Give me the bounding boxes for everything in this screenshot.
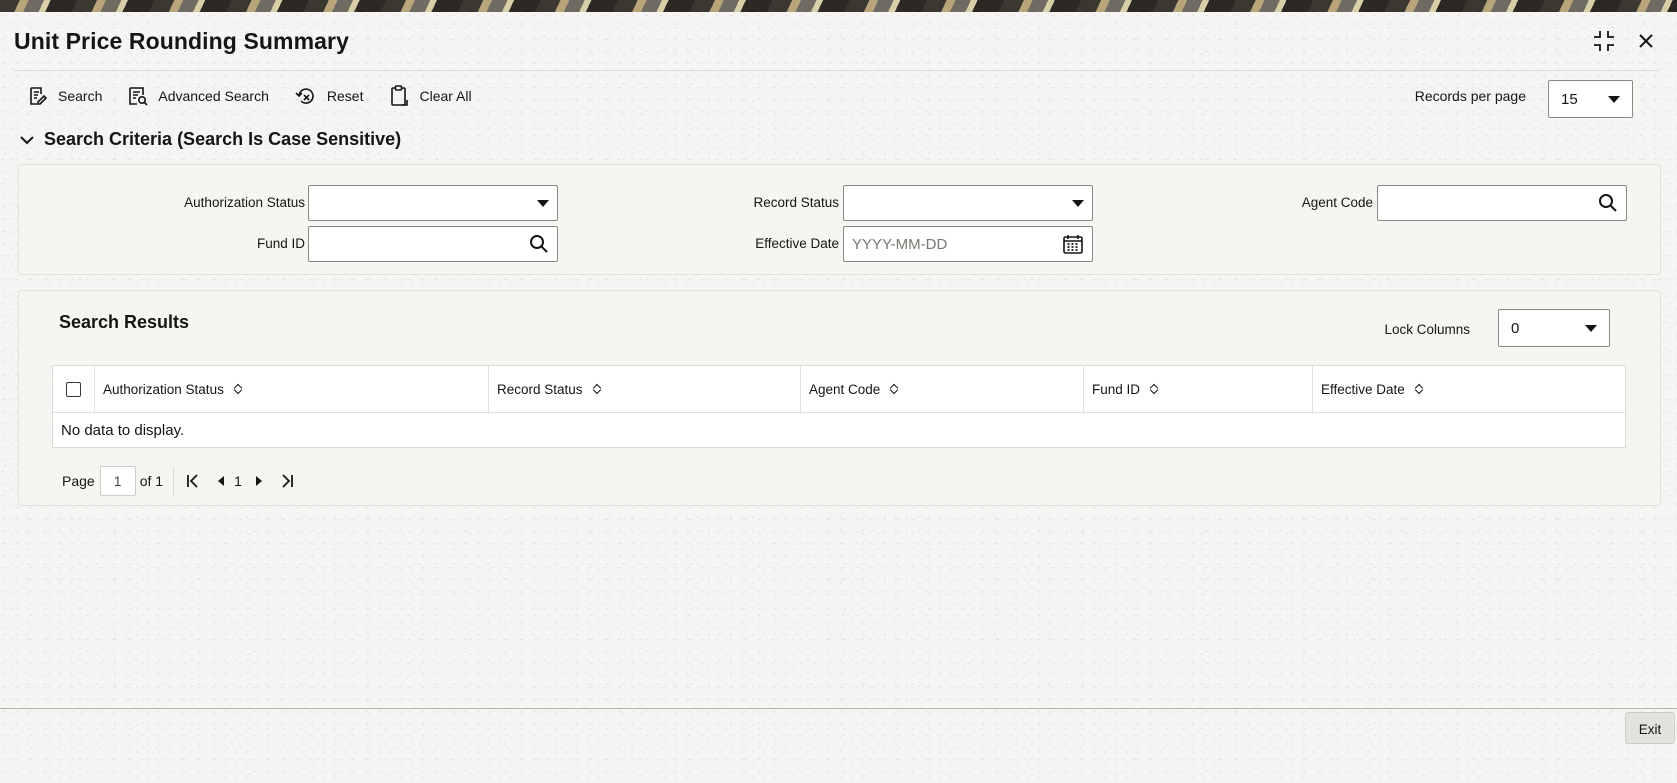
effective-date-label: Effective Date bbox=[755, 236, 839, 251]
search-icon[interactable] bbox=[529, 234, 549, 254]
chevron-down-icon bbox=[1608, 95, 1620, 103]
authorization-status-label: Authorization Status bbox=[184, 195, 305, 210]
chevron-down-icon bbox=[1072, 199, 1084, 207]
fund-id-label: Fund ID bbox=[256, 236, 305, 251]
exit-button[interactable]: Exit bbox=[1625, 712, 1675, 744]
sort-icon[interactable] bbox=[593, 382, 603, 396]
search-criteria-heading: Search Criteria (Search Is Case Sensitiv… bbox=[44, 129, 402, 149]
records-per-page: Records per page 15 bbox=[1415, 80, 1633, 118]
reset-label: Reset bbox=[326, 88, 364, 104]
records-per-page-select[interactable]: 15 bbox=[1548, 80, 1633, 118]
column-header-record-status[interactable]: Record Status bbox=[489, 366, 801, 412]
clipboard-icon bbox=[389, 85, 409, 107]
lock-columns-value: 0 bbox=[1511, 319, 1520, 337]
last-page-icon[interactable] bbox=[280, 474, 294, 488]
search-doc-icon bbox=[28, 86, 48, 106]
toolbar: Search Advanced Search Reset Clear All bbox=[28, 80, 472, 112]
effective-date-placeholder: YYYY-MM-DD bbox=[852, 235, 948, 253]
column-header-authorization-status[interactable]: Authorization Status bbox=[95, 366, 489, 412]
close-icon[interactable] bbox=[1633, 28, 1659, 54]
footer-divider bbox=[0, 708, 1677, 709]
search-results-panel: Search Results Lock Columns 0 Authorizat… bbox=[18, 290, 1661, 506]
sort-icon[interactable] bbox=[234, 382, 244, 396]
sort-icon[interactable] bbox=[1150, 382, 1160, 396]
column-header-effective-date[interactable]: Effective Date bbox=[1313, 366, 1625, 412]
first-page-icon[interactable] bbox=[186, 474, 200, 488]
minimize-icon[interactable] bbox=[1591, 28, 1617, 54]
clear-all-label: Clear All bbox=[419, 88, 472, 104]
effective-date-field[interactable]: YYYY-MM-DD bbox=[843, 226, 1093, 262]
page-number-input[interactable]: 1 bbox=[99, 466, 136, 496]
column-header-label: Effective Date bbox=[1321, 381, 1405, 397]
lock-columns-label: Lock Columns bbox=[1384, 322, 1470, 337]
page-of-label: of 1 bbox=[139, 473, 164, 489]
current-page-number: 1 bbox=[234, 473, 242, 489]
search-icon[interactable] bbox=[1598, 193, 1618, 213]
agent-code-field[interactable] bbox=[1377, 185, 1627, 221]
agent-code-label: Agent Code bbox=[1301, 195, 1373, 210]
clear-all-button[interactable]: Clear All bbox=[389, 85, 472, 107]
search-button[interactable]: Search bbox=[28, 86, 102, 106]
record-status-select[interactable] bbox=[843, 185, 1093, 221]
window-controls bbox=[1591, 28, 1659, 54]
advanced-search-label: Advanced Search bbox=[158, 88, 269, 104]
page-label: Page bbox=[62, 473, 95, 489]
column-header-label: Fund ID bbox=[1092, 381, 1141, 397]
search-criteria-panel: Authorization Status Record Status Agent… bbox=[18, 164, 1661, 275]
calendar-icon[interactable] bbox=[1062, 233, 1084, 255]
sort-icon[interactable] bbox=[1415, 382, 1425, 396]
page-title: Unit Price Rounding Summary bbox=[14, 28, 349, 54]
top-banner bbox=[0, 0, 1677, 12]
record-status-label: Record Status bbox=[753, 195, 839, 210]
chevron-down-icon bbox=[20, 135, 34, 144]
search-results-heading: Search Results bbox=[59, 312, 190, 332]
reset-icon bbox=[295, 86, 317, 106]
column-header-fund-id[interactable]: Fund ID bbox=[1084, 366, 1313, 412]
select-all-cell bbox=[53, 366, 95, 412]
select-all-checkbox[interactable] bbox=[66, 381, 81, 397]
search-button-label: Search bbox=[58, 88, 103, 104]
pagination: Page 1 of 1 1 bbox=[62, 466, 310, 496]
advanced-search-button[interactable]: Advanced Search bbox=[128, 86, 269, 106]
advanced-search-icon bbox=[128, 86, 148, 106]
fund-id-field[interactable] bbox=[308, 226, 558, 262]
reset-button[interactable]: Reset bbox=[295, 86, 364, 106]
column-header-label: Agent Code bbox=[809, 381, 881, 397]
sort-icon[interactable] bbox=[890, 382, 900, 396]
table-header-row: Authorization Status Record Status Agent… bbox=[53, 366, 1625, 413]
next-page-icon[interactable] bbox=[254, 475, 264, 487]
column-header-agent-code[interactable]: Agent Code bbox=[801, 366, 1084, 412]
title-divider bbox=[14, 70, 1659, 71]
chevron-down-icon bbox=[537, 199, 549, 207]
pager-divider bbox=[173, 466, 175, 496]
column-header-label: Record Status bbox=[497, 381, 583, 397]
results-table: Authorization Status Record Status Agent… bbox=[52, 365, 1626, 448]
summary-window: Unit Price Rounding Summary Search Advan… bbox=[0, 12, 1677, 783]
previous-page-icon[interactable] bbox=[216, 475, 226, 487]
empty-table-message: No data to display. bbox=[61, 422, 185, 439]
lock-columns-select[interactable]: 0 bbox=[1498, 309, 1610, 347]
records-per-page-value: 15 bbox=[1561, 90, 1578, 108]
column-header-label: Authorization Status bbox=[103, 381, 224, 397]
authorization-status-select[interactable] bbox=[308, 185, 558, 221]
records-per-page-label: Records per page bbox=[1414, 88, 1526, 104]
chevron-down-icon bbox=[1585, 324, 1597, 332]
search-criteria-toggle[interactable]: Search Criteria (Search Is Case Sensitiv… bbox=[20, 129, 401, 150]
